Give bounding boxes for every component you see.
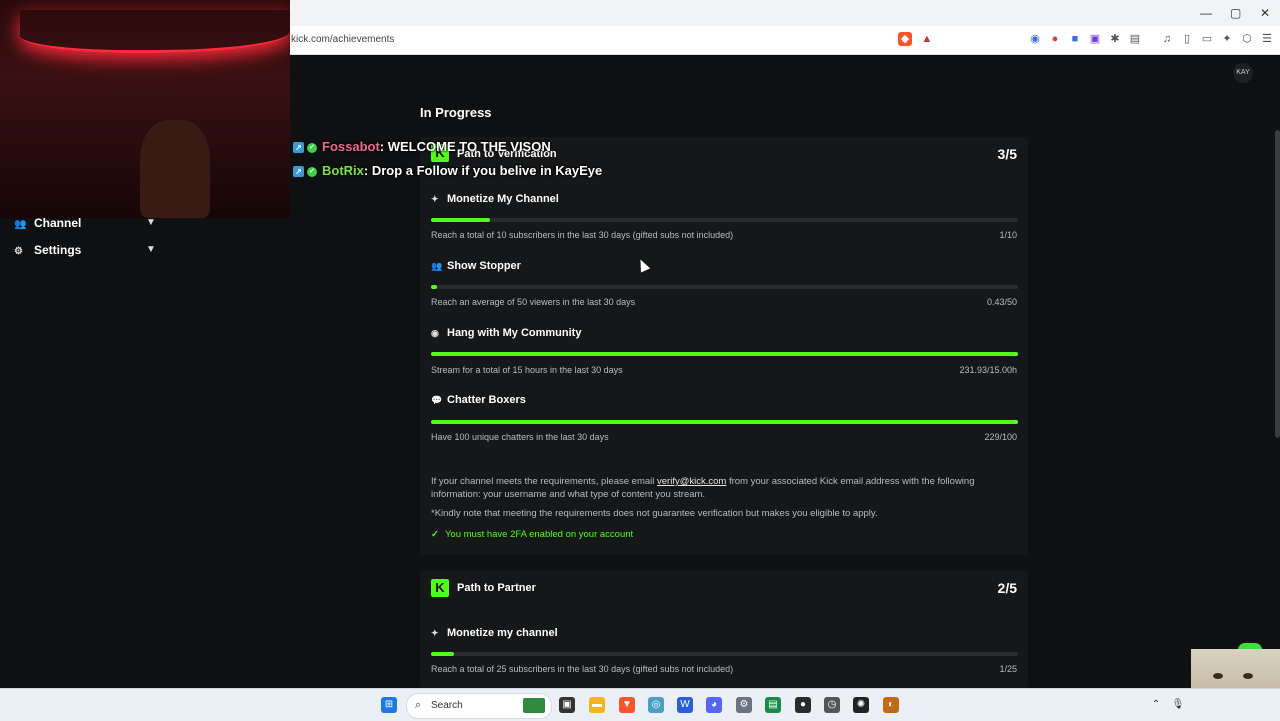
maximize-button[interactable]: ▢ (1230, 6, 1241, 20)
record-icon[interactable]: ● (1048, 32, 1062, 46)
search-icon: ⌕ (415, 699, 422, 711)
broadcast-icon: ◉ (431, 328, 439, 338)
brave-browser-icon[interactable]: ▼ (619, 697, 635, 713)
chat-message: ↗ ✓ BotRix: Drop a Follow if you belive in… (293, 163, 602, 178)
audio-icon[interactable]: ◉ (1028, 32, 1042, 46)
progress-fill (431, 285, 437, 289)
sidebar-item-settings[interactable]: ⚙ Settings (14, 243, 81, 257)
requirement-value: 231.93/15.00h (959, 365, 1017, 375)
goat-eye (1243, 673, 1253, 679)
requirement-desc: Reach a total of 10 subscribers in the l… (431, 230, 734, 240)
search-highlight-icon (523, 698, 545, 713)
progress-fill (431, 652, 455, 656)
taskbar-search[interactable]: ⌕ Search (406, 693, 552, 719)
screenshot-icon[interactable]: ▤ (1128, 32, 1142, 46)
progress-fill (431, 218, 490, 222)
scrollbar[interactable] (1275, 130, 1280, 438)
requirement-title: ✦ Monetize my channel (431, 627, 558, 639)
partner-count: 2/5 (997, 580, 1017, 596)
requirement-desc: Reach an average of 50 viewers in the la… (431, 297, 636, 307)
verification-count: 3/5 (997, 146, 1017, 162)
task-view-icon[interactable]: ▣ (559, 697, 575, 713)
requirement-title: 👥 Show Stopper (431, 260, 521, 272)
verified-badge-icon: ✓ (307, 142, 317, 153)
verify-email-link[interactable]: verify@kick.com (657, 476, 726, 487)
vpn-icon[interactable]: ⬡ (1240, 32, 1254, 46)
kick-logo-icon: K (431, 579, 449, 597)
verified-badge-icon: ✓ (307, 166, 317, 177)
clock-icon[interactable]: ◷ (824, 697, 840, 713)
taskbar: ⊞ ⌕ Search ▣ ▬ ▼ ◎ W ◕ ⚙ ▤ ● ◷ ✺ ◐ ⌃ 🎙 (0, 688, 1280, 721)
sheets-icon[interactable]: ▤ (765, 697, 781, 713)
users-icon: 👥 (431, 261, 443, 271)
chat-message: ↗ ✓ Fossabot: WELCOME TO THE VISON (293, 139, 551, 154)
requirement-desc: Reach a total of 25 subscribers in the l… (431, 664, 734, 674)
app-icon[interactable]: ◎ (648, 697, 664, 713)
progress-track (431, 218, 1018, 222)
chevron-down-icon[interactable]: ▼ (146, 244, 156, 255)
page-title: In Progress (420, 105, 492, 120)
webcam-overlay (0, 0, 290, 218)
settings-icon[interactable]: ⚙ (736, 697, 752, 713)
leo-icon[interactable]: ✦ (1220, 32, 1234, 46)
twofa-status: ✓ You must have 2FA enabled on your accou… (431, 529, 634, 540)
partner-card: K Path to Partner 2/5 ✦ Monetize my chann… (420, 571, 1028, 688)
avatar[interactable]: KAY (1233, 63, 1253, 83)
streamer-figure (140, 120, 210, 218)
progress-track (431, 420, 1018, 424)
sparkle-icon: ✦ (431, 194, 439, 204)
chat-icon: 💬 (431, 395, 443, 405)
goat-eye (1213, 673, 1223, 679)
check-icon: ✓ (431, 529, 439, 540)
chevron-down-icon[interactable]: ▼ (146, 217, 156, 228)
bot-badge-icon: ↗ (293, 166, 304, 178)
brave-shield-icon[interactable]: ◆ (898, 32, 912, 46)
requirement-value: 1/10 (999, 230, 1017, 240)
url-text[interactable]: kick.com/achievements (291, 34, 394, 45)
progress-track (431, 652, 1018, 656)
led-strip (20, 10, 290, 53)
progress-track (431, 285, 1018, 289)
app-icon[interactable]: ◐ (883, 697, 899, 713)
music-icon[interactable]: ♫ (1160, 32, 1174, 46)
discord-icon[interactable]: ◕ (706, 697, 722, 713)
requirement-desc: Stream for a total of 15 hours in the la… (431, 365, 623, 375)
sidebar-item-channel[interactable]: 👥 Channel (14, 216, 81, 230)
close-window-button[interactable]: ✕ (1260, 6, 1270, 20)
sparkle-icon: ✦ (431, 628, 439, 638)
requirement-value: 229/100 (984, 432, 1017, 442)
minimize-button[interactable]: — (1200, 6, 1212, 20)
requirement-title: ✦ Monetize My Channel (431, 193, 559, 205)
windows-start-icon[interactable]: ⊞ (381, 697, 397, 713)
progress-track (431, 352, 1018, 356)
rewards-icon[interactable]: ▲ (920, 32, 934, 46)
bot-badge-icon: ↗ (293, 142, 304, 154)
obs-icon[interactable]: ● (795, 697, 811, 713)
progress-fill (431, 420, 1018, 424)
microphone-icon[interactable]: 🎙 (1170, 697, 1186, 713)
users-icon: 👥 (14, 219, 27, 230)
gear-icon: ⚙ (14, 246, 23, 257)
verification-note: *Kindly note that meeting the requiremen… (431, 508, 878, 519)
verification-info: If your channel meets the requirements, … (431, 476, 975, 500)
requirement-title: 💬 Chatter Boxers (431, 394, 526, 406)
extension-icon[interactable]: ▣ (1088, 32, 1102, 46)
file-explorer-icon[interactable]: ▬ (589, 697, 605, 713)
menu-icon[interactable]: ☰ (1260, 32, 1274, 46)
partner-title: Path to Partner (457, 582, 536, 594)
puzzle-icon[interactable]: ✱ (1108, 32, 1122, 46)
requirement-desc: Have 100 unique chatters in the last 30 … (431, 432, 609, 442)
search-placeholder: Search (431, 700, 463, 711)
verification-card: K Path to Verification 3/5 ✦ Monetize My … (420, 137, 1028, 555)
chevron-up-icon[interactable]: ⌃ (1148, 697, 1164, 713)
extension-icon[interactable]: ■ (1068, 32, 1082, 46)
word-icon[interactable]: W (677, 697, 693, 713)
sidebar-icon[interactable]: ▯ (1180, 32, 1194, 46)
wallet-icon[interactable]: ▭ (1200, 32, 1214, 46)
requirement-value: 0.43/50 (986, 297, 1017, 307)
chatgpt-icon[interactable]: ✺ (853, 697, 869, 713)
requirement-title: ◉ Hang with My Community (431, 327, 582, 339)
progress-fill (431, 352, 1018, 356)
requirement-value: 1/25 (999, 664, 1017, 674)
